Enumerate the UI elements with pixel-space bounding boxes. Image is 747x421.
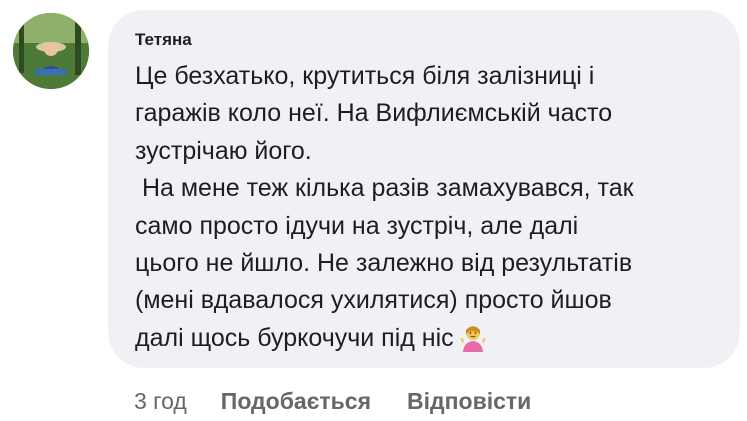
comment-line: (мені вдавалося ухилятися) просто йшов (135, 286, 612, 315)
comment-line: гаражів коло неї. На Вифлиємській часто (135, 99, 613, 128)
comment-bubble: Тетяна Це безхатько, крутиться біля залі… (108, 10, 740, 368)
reply-button[interactable]: Відповісти (407, 388, 531, 415)
like-button[interactable]: Подобається (221, 388, 371, 415)
comment-author-name[interactable]: Тетяна (135, 30, 192, 50)
profile-photo-icon (13, 13, 89, 89)
comment-timestamp[interactable]: 3 год (134, 388, 187, 415)
comment-line: цього не йшло. Не залежно від результаті… (135, 249, 633, 278)
comment-line: Це безхатько, крутиться біля залізниці і (135, 62, 595, 90)
comment-text: Це безхатько, крутиться біля залізниці і… (135, 58, 735, 363)
comment-actions: 3 год Подобається Відповісти (134, 383, 531, 419)
comment-line: само просто ідучи на зустріч, але далі (135, 211, 579, 240)
comment-last-line: далі щось буркочучи під ніс (135, 320, 735, 363)
person-shrugging-emoji-icon (458, 322, 488, 363)
comment-line: зустрічаю його. (135, 136, 312, 165)
author-avatar[interactable] (13, 13, 89, 89)
comment-line: далі щось буркочучи під ніс (135, 323, 454, 352)
comment-line: На мене теж кілька разів замахувався, та… (135, 174, 634, 203)
